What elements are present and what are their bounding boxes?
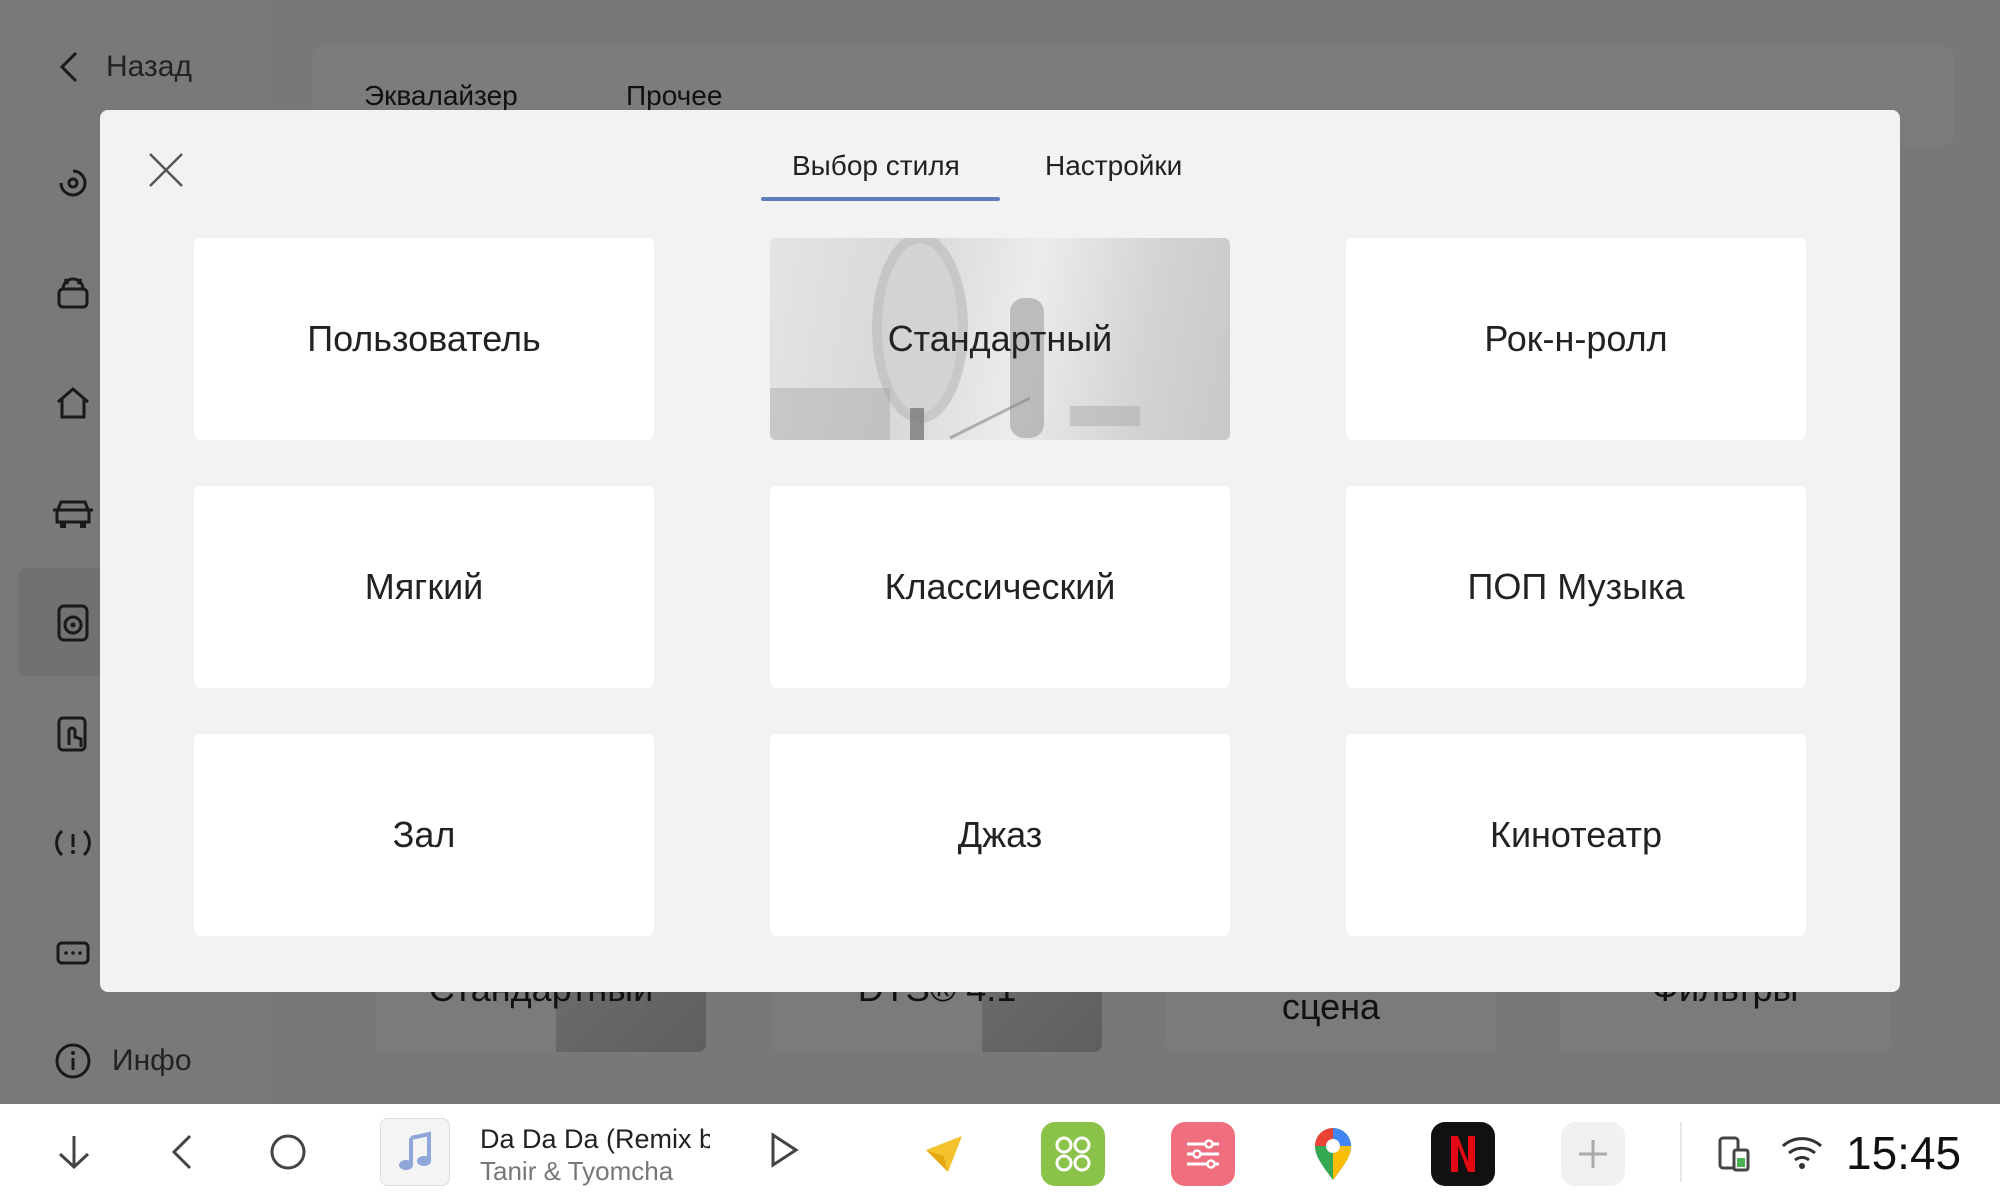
style-card-cinema[interactable]: Кинотеатр xyxy=(1346,734,1806,936)
nav-back-button[interactable] xyxy=(158,1128,206,1176)
equalizer-style-dialog: Выбор стиля Настройки Пользователь Станд… xyxy=(100,110,1900,992)
wifi-icon xyxy=(1778,1128,1826,1176)
nav-home-button[interactable] xyxy=(264,1128,312,1176)
apps-grid-icon[interactable] xyxy=(1041,1122,1105,1186)
home-circle-icon xyxy=(270,1134,306,1170)
track-artist: Tanir & Tyomcha xyxy=(480,1156,674,1186)
music-note-icon xyxy=(380,1118,450,1186)
style-card-pop[interactable]: ПОП Музыка xyxy=(1346,486,1806,688)
style-card-soft[interactable]: Мягкий xyxy=(194,486,654,688)
google-maps-icon[interactable] xyxy=(1301,1122,1365,1186)
tab-settings[interactable]: Настройки xyxy=(1045,150,1182,182)
system-bar: Da Da Da (Remix by Tanir & Tyomcha 15:45 xyxy=(0,1104,2000,1200)
arrow-down-icon xyxy=(58,1136,90,1170)
play-icon xyxy=(771,1132,799,1168)
collapse-button[interactable] xyxy=(50,1128,98,1176)
style-card-rock[interactable]: Рок-н-ролл xyxy=(1346,238,1806,440)
style-card-jazz[interactable]: Джаз xyxy=(770,734,1230,936)
netflix-icon[interactable] xyxy=(1431,1122,1495,1186)
add-app-icon[interactable] xyxy=(1561,1122,1625,1186)
dialog-tabs: Выбор стиля Настройки xyxy=(100,110,1900,202)
tab-style-selection[interactable]: Выбор стиля xyxy=(792,150,960,182)
style-card-standard[interactable]: Стандартный xyxy=(770,238,1230,440)
active-tab-indicator xyxy=(761,197,1000,201)
bar-separator xyxy=(1680,1122,1682,1182)
equalizer-app-icon[interactable] xyxy=(1171,1122,1235,1186)
phone-battery-icon xyxy=(1710,1128,1758,1176)
style-card-user[interactable]: Пользователь xyxy=(194,238,654,440)
navigation-icon[interactable] xyxy=(912,1122,976,1186)
play-button[interactable] xyxy=(760,1126,808,1174)
track-title: Da Da Da (Remix by xyxy=(480,1124,710,1154)
style-card-classical[interactable]: Классический xyxy=(770,486,1230,688)
style-card-hall[interactable]: Зал xyxy=(194,734,654,936)
back-icon xyxy=(171,1134,192,1170)
clock: 15:45 xyxy=(1846,1127,1962,1179)
